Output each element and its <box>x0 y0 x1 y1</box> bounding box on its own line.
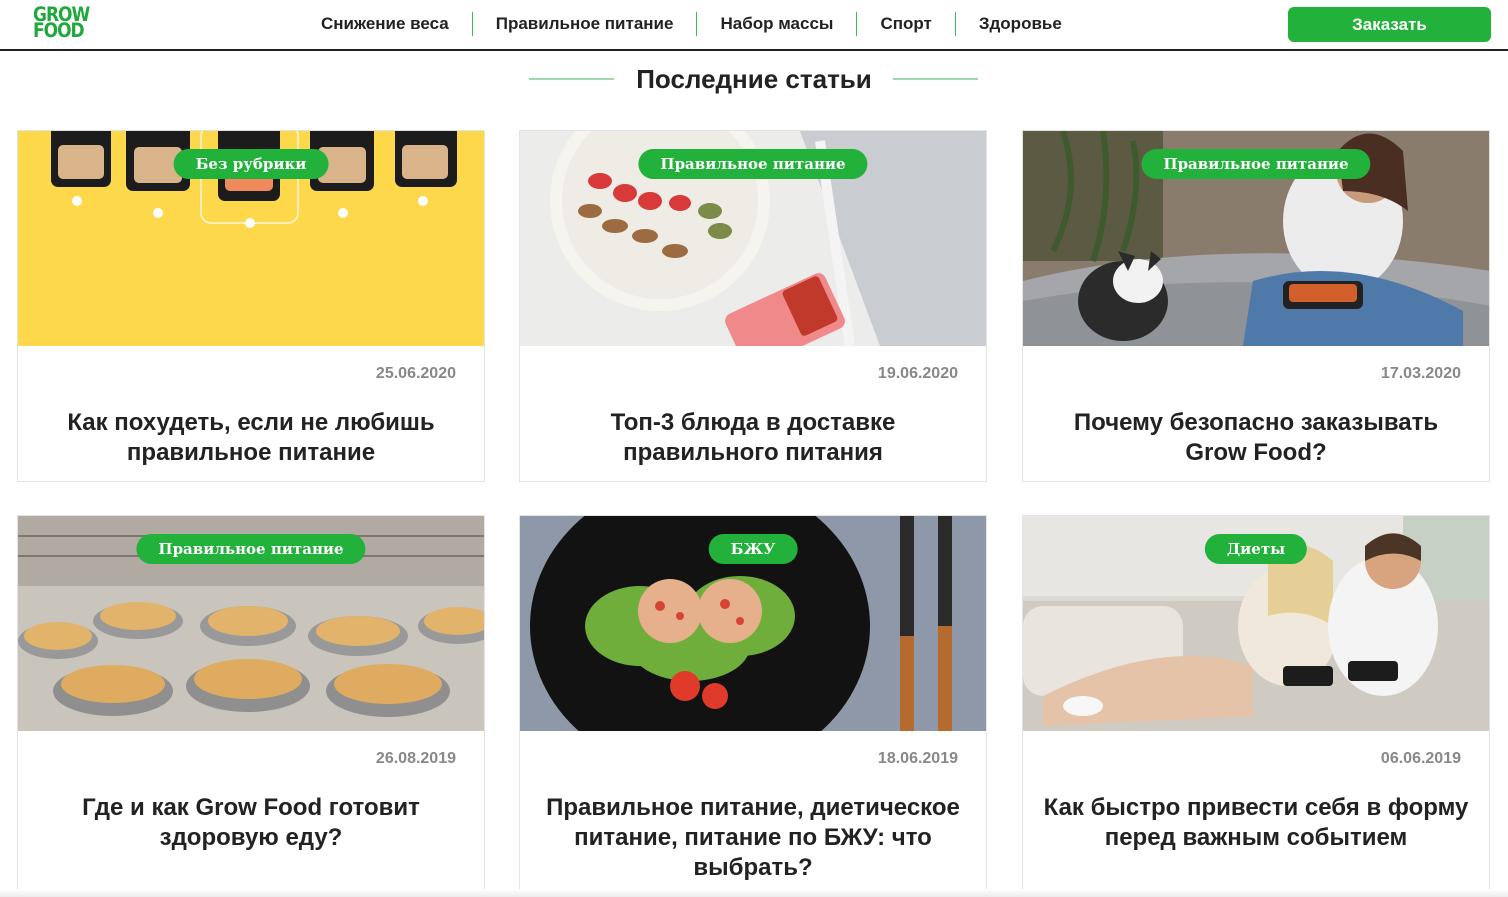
article-date: 25.06.2020 <box>375 365 456 382</box>
article-date: 26.08.2019 <box>375 750 456 767</box>
order-button[interactable]: Заказать <box>1288 7 1491 42</box>
article-card[interactable]: Правильное питание 17.03.2020 Почему без… <box>1022 130 1490 482</box>
article-image: Правильное питание <box>520 131 986 346</box>
category-badge[interactable]: Диеты <box>1204 534 1308 564</box>
article-card[interactable]: Правильное питание 26.08.2019 Где и как … <box>17 515 485 897</box>
site-header: GROW FOOD Снижение веса Правильное питан… <box>0 0 1508 51</box>
category-badge[interactable]: Правильное питание <box>1141 149 1371 179</box>
article-card[interactable]: Правильное питание 19.06.2020 Топ-3 блюд… <box>519 130 987 482</box>
category-badge[interactable]: Без рубрики <box>173 149 329 179</box>
article-date: 19.06.2020 <box>877 365 958 382</box>
nav-health[interactable]: Здоровье <box>956 12 1085 36</box>
article-image: Диеты <box>1023 516 1489 731</box>
article-image: БЖУ <box>520 516 986 731</box>
nav-healthy-eating[interactable]: Правильное питание <box>473 12 698 36</box>
article-title[interactable]: Как быстро привести себя в форму перед в… <box>1023 793 1489 853</box>
article-image: Правильное питание <box>1023 131 1489 346</box>
category-badge[interactable]: БЖУ <box>708 534 798 564</box>
category-badge[interactable]: Правильное питание <box>136 534 366 564</box>
article-card[interactable]: Без рубрики 25.06.2020 Как похудеть, есл… <box>17 130 485 482</box>
article-date: 18.06.2019 <box>877 750 958 767</box>
article-image: Правильное питание <box>18 516 484 731</box>
section-header: Последние статьи <box>0 62 1508 96</box>
category-badge[interactable]: Правильное питание <box>638 149 868 179</box>
article-card[interactable]: БЖУ 18.06.2019 Правильное питание, диети… <box>519 515 987 897</box>
section-title: Последние статьи <box>636 64 872 94</box>
main-nav: Снижение веса Правильное питание Набор м… <box>298 12 1085 36</box>
logo-line-2: FOOD <box>33 19 85 43</box>
nav-sport[interactable]: Спорт <box>857 12 956 36</box>
article-card[interactable]: Диеты 06.06.2019 Как быстро привести себ… <box>1022 515 1490 897</box>
article-date: 17.03.2020 <box>1380 365 1461 382</box>
growfood-logo[interactable]: GROW FOOD <box>33 5 90 44</box>
article-title[interactable]: Как похудеть, если не любишь правильное … <box>18 408 484 468</box>
article-title[interactable]: Где и как Grow Food готовит здоровую еду… <box>18 793 484 853</box>
nav-weight-loss[interactable]: Снижение веса <box>298 12 473 36</box>
bottom-fade <box>0 889 1508 897</box>
article-image: Без рубрики <box>18 131 484 346</box>
article-title[interactable]: Правильное питание, диетическое питание,… <box>520 793 986 883</box>
article-title[interactable]: Топ-3 блюда в доставке правильного питан… <box>520 408 986 468</box>
article-title[interactable]: Почему безопасно заказывать Grow Food? <box>1023 408 1489 468</box>
nav-mass-gain[interactable]: Набор массы <box>697 12 858 36</box>
article-date: 06.06.2019 <box>1380 750 1461 767</box>
